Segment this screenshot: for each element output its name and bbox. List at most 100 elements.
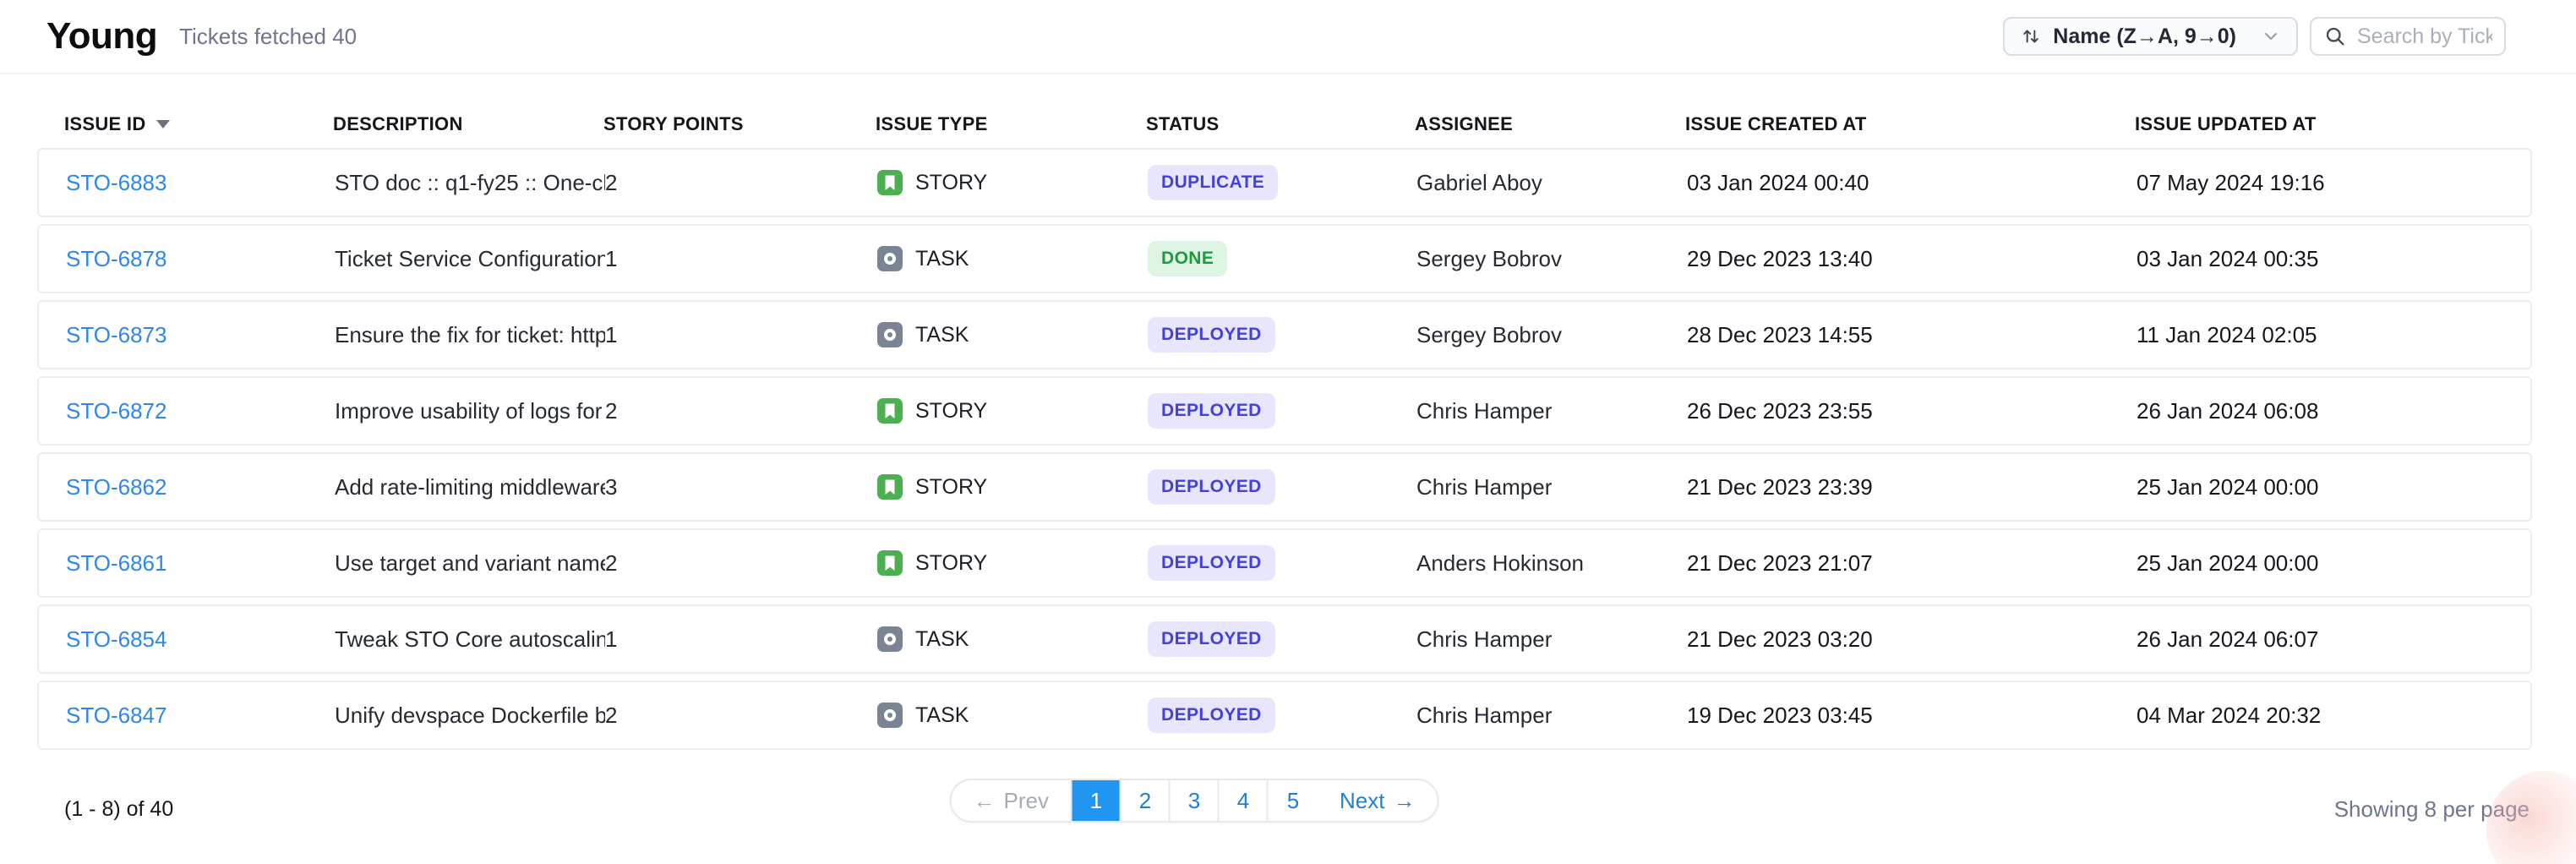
description-cell: Add rate-limiting middleware to S... <box>335 474 605 500</box>
story-icon <box>877 398 903 424</box>
issue-type-label: TASK <box>915 627 969 652</box>
pagination: ← Prev 12345 Next → <box>950 779 1439 823</box>
description-cell: Improve usability of logs for failur... <box>335 398 605 424</box>
page-button-3[interactable]: 3 <box>1171 780 1220 821</box>
status-badge: DONE <box>1148 241 1227 276</box>
column-header-description: DESCRIPTION <box>333 113 603 135</box>
description-cell: Use target and variant name sear... <box>335 550 605 577</box>
description-cell: Ensure the fix for ticket: https://h... <box>335 322 605 348</box>
column-header-story-points: STORY POINTS <box>603 113 876 135</box>
status-badge: DEPLOYED <box>1148 393 1275 429</box>
right-arrow-icon: → <box>1393 788 1415 814</box>
story-points-cell: 1 <box>605 322 877 348</box>
page-button-4[interactable]: 4 <box>1220 780 1269 821</box>
issue-type-cell: TASK <box>877 322 1148 347</box>
issue-type-cell: STORY <box>877 398 1148 424</box>
chevron-down-icon <box>2261 26 2281 46</box>
search-input[interactable] <box>2357 25 2492 49</box>
issue-id-link[interactable]: STO-6854 <box>66 626 166 652</box>
description-cell: Tweak STO Core autoscaling par... <box>335 626 605 653</box>
assignee-cell: Anders Hokinson <box>1416 550 1687 577</box>
issue-updated-at-cell: 07 May 2024 19:16 <box>2137 170 2530 196</box>
issue-type-cell: TASK <box>877 246 1148 271</box>
story-icon <box>877 550 903 576</box>
pagination-range-label: (1 - 8) of 40 <box>64 788 173 830</box>
issue-type-label: STORY <box>915 475 987 500</box>
per-page-label: Showing 8 per page <box>2334 788 2530 830</box>
issue-updated-at-cell: 26 Jan 2024 06:08 <box>2137 398 2530 424</box>
sort-dropdown[interactable]: Name (Z→A, 9→0) <box>2003 17 2298 56</box>
page-title: Young <box>46 15 157 57</box>
issue-type-label: TASK <box>915 703 969 728</box>
task-icon <box>877 322 903 347</box>
status-badge: DUPLICATE <box>1148 165 1278 200</box>
issue-created-at-cell: 21 Dec 2023 21:07 <box>1687 550 2137 577</box>
issue-updated-at-cell: 04 Mar 2024 20:32 <box>2137 703 2530 729</box>
description-cell: STO doc :: q1-fy25 :: One-click e... <box>335 170 605 196</box>
page-button-2[interactable]: 2 <box>1122 780 1171 821</box>
sort-arrows-icon <box>2020 25 2042 47</box>
column-header-issue-created-at: ISSUE CREATED AT <box>1685 113 2135 135</box>
story-icon <box>877 474 903 500</box>
task-icon <box>877 246 903 271</box>
page-button-5[interactable]: 5 <box>1269 780 1318 821</box>
issue-id-link[interactable]: STO-6878 <box>66 246 166 271</box>
story-points-cell: 3 <box>605 474 877 500</box>
description-cell: Ticket Service Configuration <box>335 246 605 272</box>
assignee-cell: Chris Hamper <box>1416 398 1687 424</box>
issue-type-cell: TASK <box>877 703 1148 728</box>
table-row: STO-6862 Add rate-limiting middleware to… <box>37 452 2532 522</box>
search-icon <box>2323 25 2347 48</box>
table-row: STO-6861 Use target and variant name sea… <box>37 528 2532 598</box>
issue-id-link[interactable]: STO-6862 <box>66 474 166 500</box>
issue-updated-at-cell: 25 Jan 2024 00:00 <box>2137 474 2530 500</box>
table-row: STO-6878 Ticket Service Configuration 1 … <box>37 224 2532 293</box>
issue-updated-at-cell: 26 Jan 2024 06:07 <box>2137 626 2530 653</box>
story-points-cell: 2 <box>605 550 877 577</box>
table-body: STO-6883 STO doc :: q1-fy25 :: One-click… <box>37 148 2532 757</box>
tickets-fetched-count: Tickets fetched 40 <box>179 24 357 50</box>
issue-type-label: STORY <box>915 551 987 576</box>
issue-id-link[interactable]: STO-6873 <box>66 322 166 347</box>
issue-id-link[interactable]: STO-6861 <box>66 550 166 576</box>
assignee-cell: Gabriel Aboy <box>1416 170 1687 196</box>
search-box <box>2310 17 2506 56</box>
status-badge: DEPLOYED <box>1148 621 1275 657</box>
issue-id-link[interactable]: STO-6883 <box>66 170 166 195</box>
issue-created-at-cell: 21 Dec 2023 23:39 <box>1687 474 2137 500</box>
status-badge: DEPLOYED <box>1148 317 1275 353</box>
table-row: STO-6883 STO doc :: q1-fy25 :: One-click… <box>37 148 2532 217</box>
column-header-issue-updated-at: ISSUE UPDATED AT <box>2135 113 2532 135</box>
column-header-status: STATUS <box>1146 113 1415 135</box>
issue-id-link[interactable]: STO-6872 <box>66 398 166 424</box>
assignee-cell: Chris Hamper <box>1416 474 1687 500</box>
table-row: STO-6847 Unify devspace Dockerfile build… <box>37 681 2532 750</box>
issue-type-cell: STORY <box>877 170 1148 195</box>
task-icon <box>877 626 903 652</box>
assignee-cell: Sergey Bobrov <box>1416 322 1687 348</box>
column-header-issue-id[interactable]: ISSUE ID <box>64 113 333 135</box>
table-row: STO-6873 Ensure the fix for ticket: http… <box>37 300 2532 369</box>
prev-page-button[interactable]: ← Prev <box>952 780 1072 821</box>
table-header: ISSUE ID DESCRIPTION STORY POINTS ISSUE … <box>37 106 2532 143</box>
issue-created-at-cell: 03 Jan 2024 00:40 <box>1687 170 2137 196</box>
description-cell: Unify devspace Dockerfile build <box>335 703 605 729</box>
assignee-cell: Chris Hamper <box>1416 703 1687 729</box>
assignee-cell: Chris Hamper <box>1416 626 1687 653</box>
issue-type-cell: STORY <box>877 474 1148 500</box>
column-header-issue-type: ISSUE TYPE <box>876 113 1146 135</box>
issue-updated-at-cell: 25 Jan 2024 00:00 <box>2137 550 2530 577</box>
page-button-1[interactable]: 1 <box>1072 780 1122 821</box>
story-points-cell: 2 <box>605 398 877 424</box>
assignee-cell: Sergey Bobrov <box>1416 246 1687 272</box>
issue-created-at-cell: 21 Dec 2023 03:20 <box>1687 626 2137 653</box>
issue-id-link[interactable]: STO-6847 <box>66 703 166 728</box>
issue-type-label: STORY <box>915 399 987 424</box>
tickets-page: Young Tickets fetched 40 Name (Z→A, 9→0) <box>0 0 2576 864</box>
issue-created-at-cell: 26 Dec 2023 23:55 <box>1687 398 2137 424</box>
story-points-cell: 2 <box>605 703 877 729</box>
next-page-button[interactable]: Next → <box>1318 780 1437 821</box>
page-buttons: 12345 <box>1072 780 1318 821</box>
column-header-assignee: ASSIGNEE <box>1415 113 1685 135</box>
issue-type-cell: TASK <box>877 626 1148 652</box>
